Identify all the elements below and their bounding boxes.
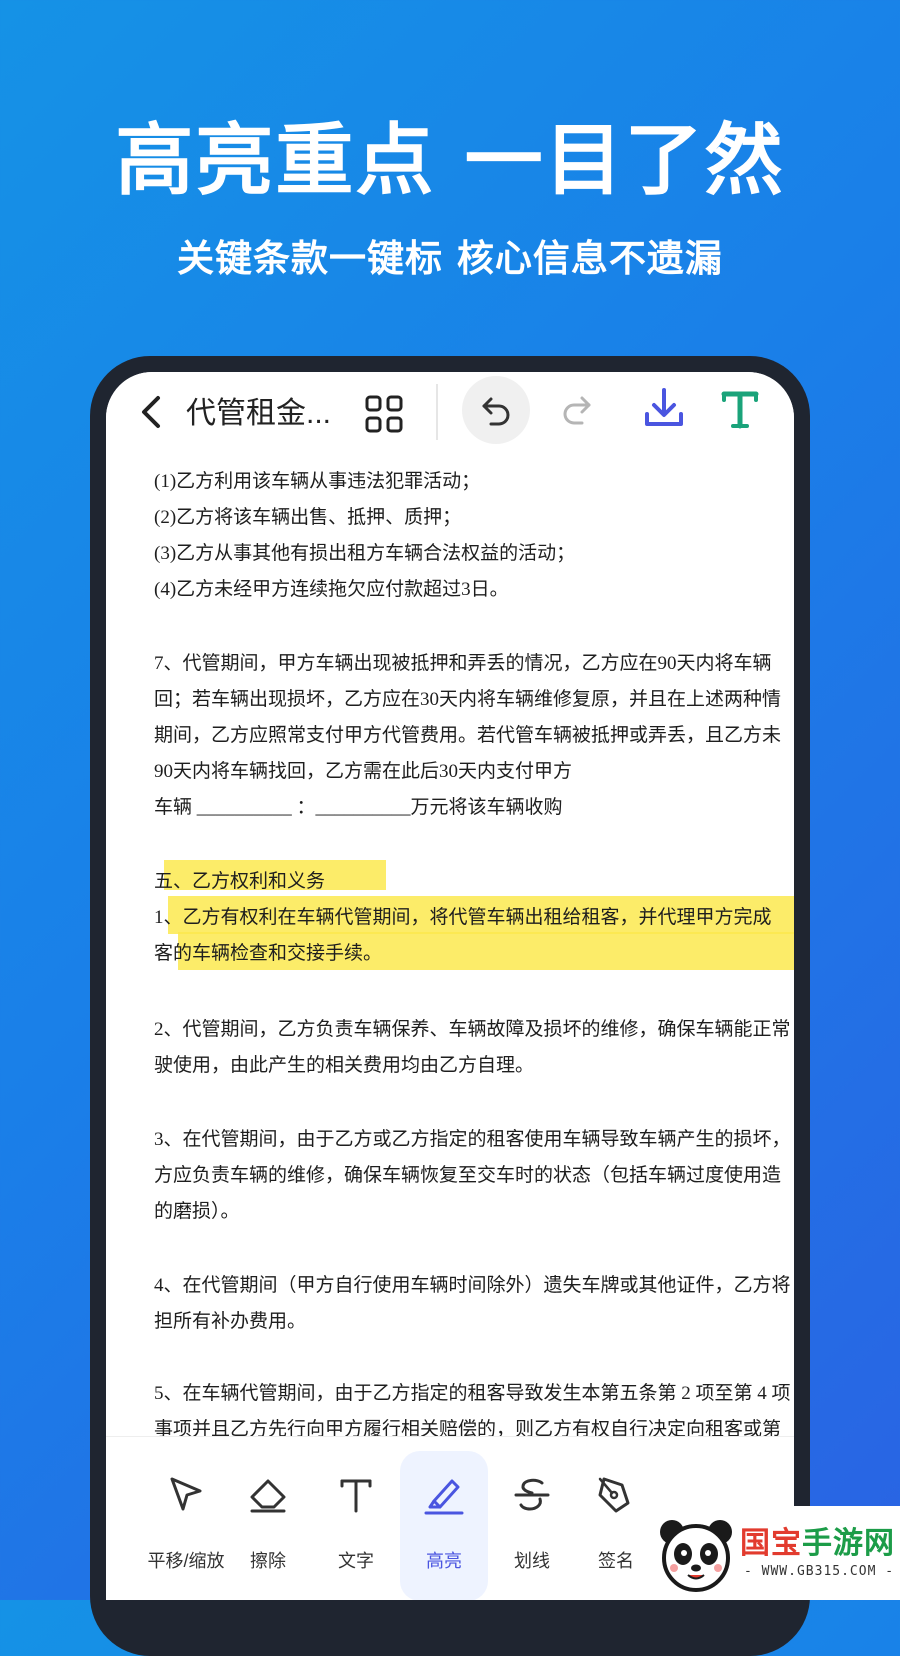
panda-logo-icon [654, 1512, 738, 1600]
doc-line: 方应负责车辆的维修，确保车辆恢复至交车时的状态（包括车辆过度使用造 [154, 1165, 782, 1186]
cursor-icon [170, 1477, 202, 1511]
doc-line: 4、在代管期间（甲方自行使用车辆时间除外）遗失车牌或其他证件，乙方将 [154, 1275, 791, 1296]
doc-line: (2)乙方将该车辆出售、抵押、质押； [154, 507, 462, 528]
document-title: 代管租金... [186, 397, 332, 430]
document-page[interactable]: (1)乙方利用该车辆从事违法犯罪活动； (2)乙方将该车辆出售、抵押、质押； (… [106, 456, 794, 1436]
text-icon[interactable] [718, 386, 762, 436]
doc-line: 2、代管期间，乙方负责车辆保养、车辆故障及损坏的维修，确保车辆能正常 [154, 1019, 791, 1040]
doc-line-highlighted: 客的车辆检查和交接手续。 [154, 943, 383, 964]
doc-line: 驶使用，由此产生的相关费用均由乙方自理。 [154, 1055, 535, 1076]
redo-icon[interactable] [560, 392, 594, 430]
doc-line: (3)乙方从事其他有损出租方车辆合法权益的活动； [154, 543, 576, 564]
headline: 高亮重点 一目了然 [115, 116, 785, 206]
doc-line: 事项并且乙方先行向甲方履行相关赔偿的，则乙方有权自行决定向租客或第 [154, 1419, 782, 1436]
watermark-brand: 国宝手游网 [740, 1518, 895, 1562]
doc-line: (4)乙方未经甲方连续拖欠应付款超过3日。 [154, 579, 509, 600]
watermark-brand-part2: 手游网 [802, 1526, 895, 1561]
toolbar-divider [436, 384, 438, 440]
tool-label: 划线 [514, 1551, 550, 1571]
text-icon [340, 1479, 372, 1513]
doc-line-highlighted: 1、乙方有权利在车辆代管期间，将代管车辆出租给租客，并代理甲方完成 [154, 907, 772, 928]
tool-highlight[interactable]: 高亮 [400, 1451, 488, 1600]
doc-line: 7、代管期间，甲方车辆出现被抵押和弄丢的情况，乙方应在90天内将车辆 [154, 653, 772, 674]
section-heading: 五、乙方权利和义务 [154, 871, 326, 892]
tool-pan-zoom[interactable]: 平移/缩放 [142, 1437, 230, 1600]
watermark-url: - WWW.GB315.COM - [744, 1564, 895, 1579]
tool-strikethrough[interactable]: 划线 [488, 1437, 576, 1600]
tool-label: 擦除 [250, 1551, 286, 1571]
back-icon[interactable] [134, 390, 170, 434]
strikethrough-icon [514, 1478, 550, 1511]
grid-icon[interactable] [364, 394, 404, 434]
eraser-icon [250, 1479, 286, 1513]
doc-line: (1)乙方利用该车辆从事违法犯罪活动； [154, 471, 481, 492]
doc-line: 的磨损）。 [154, 1201, 240, 1222]
doc-line: 3、在代管期间，由于乙方或乙方指定的租客使用车辆导致车辆产生的损坏， [154, 1129, 791, 1150]
highlighter-icon [424, 1479, 464, 1515]
watermark-brand-part1: 国宝 [740, 1526, 802, 1561]
download-icon[interactable] [642, 386, 686, 436]
doc-line: 回；若车辆出现损坏，乙方应在30天内将车辆维修复原，并且在上述两种情 [154, 689, 782, 710]
tool-label: 高亮 [426, 1551, 462, 1571]
subheadline: 关键条款一键标 核心信息不遗漏 [177, 237, 723, 280]
undo-button[interactable] [462, 376, 530, 444]
doc-line: 期间，乙方应照常支付甲方代管费用。若代管车辆被抵押或弄丢，且乙方未 [154, 725, 782, 746]
undo-icon [482, 397, 510, 426]
tool-label: 签名 [598, 1551, 634, 1571]
top-bar: 代管租金... [106, 372, 794, 456]
doc-line: 车辆 __________ ：__________万元将该车辆收购 [154, 797, 563, 818]
tool-signature[interactable]: 签名 [572, 1437, 660, 1600]
signature-pen-icon [598, 1477, 630, 1513]
site-watermark: 国宝手游网 - WWW.GB315.COM - [648, 1506, 900, 1600]
doc-line: 90天内将车辆找回，乙方需在此后30天内支付甲方 [154, 761, 573, 782]
tool-label: 平移/缩放 [147, 1551, 225, 1571]
doc-line: 担所有补办费用。 [154, 1311, 307, 1332]
tool-label: 文字 [338, 1551, 374, 1571]
tool-text[interactable]: 文字 [312, 1437, 400, 1600]
phone-screen: 代管租金... (1)乙方利用该车辆从事违法犯罪活动； (2)乙方将该车辆出售、… [106, 372, 794, 1600]
doc-line: 5、在车辆代管期间，由于乙方指定的租客导致发生本第五条第 2 项至第 4 项 [154, 1383, 791, 1404]
tool-eraser[interactable]: 擦除 [224, 1437, 312, 1600]
